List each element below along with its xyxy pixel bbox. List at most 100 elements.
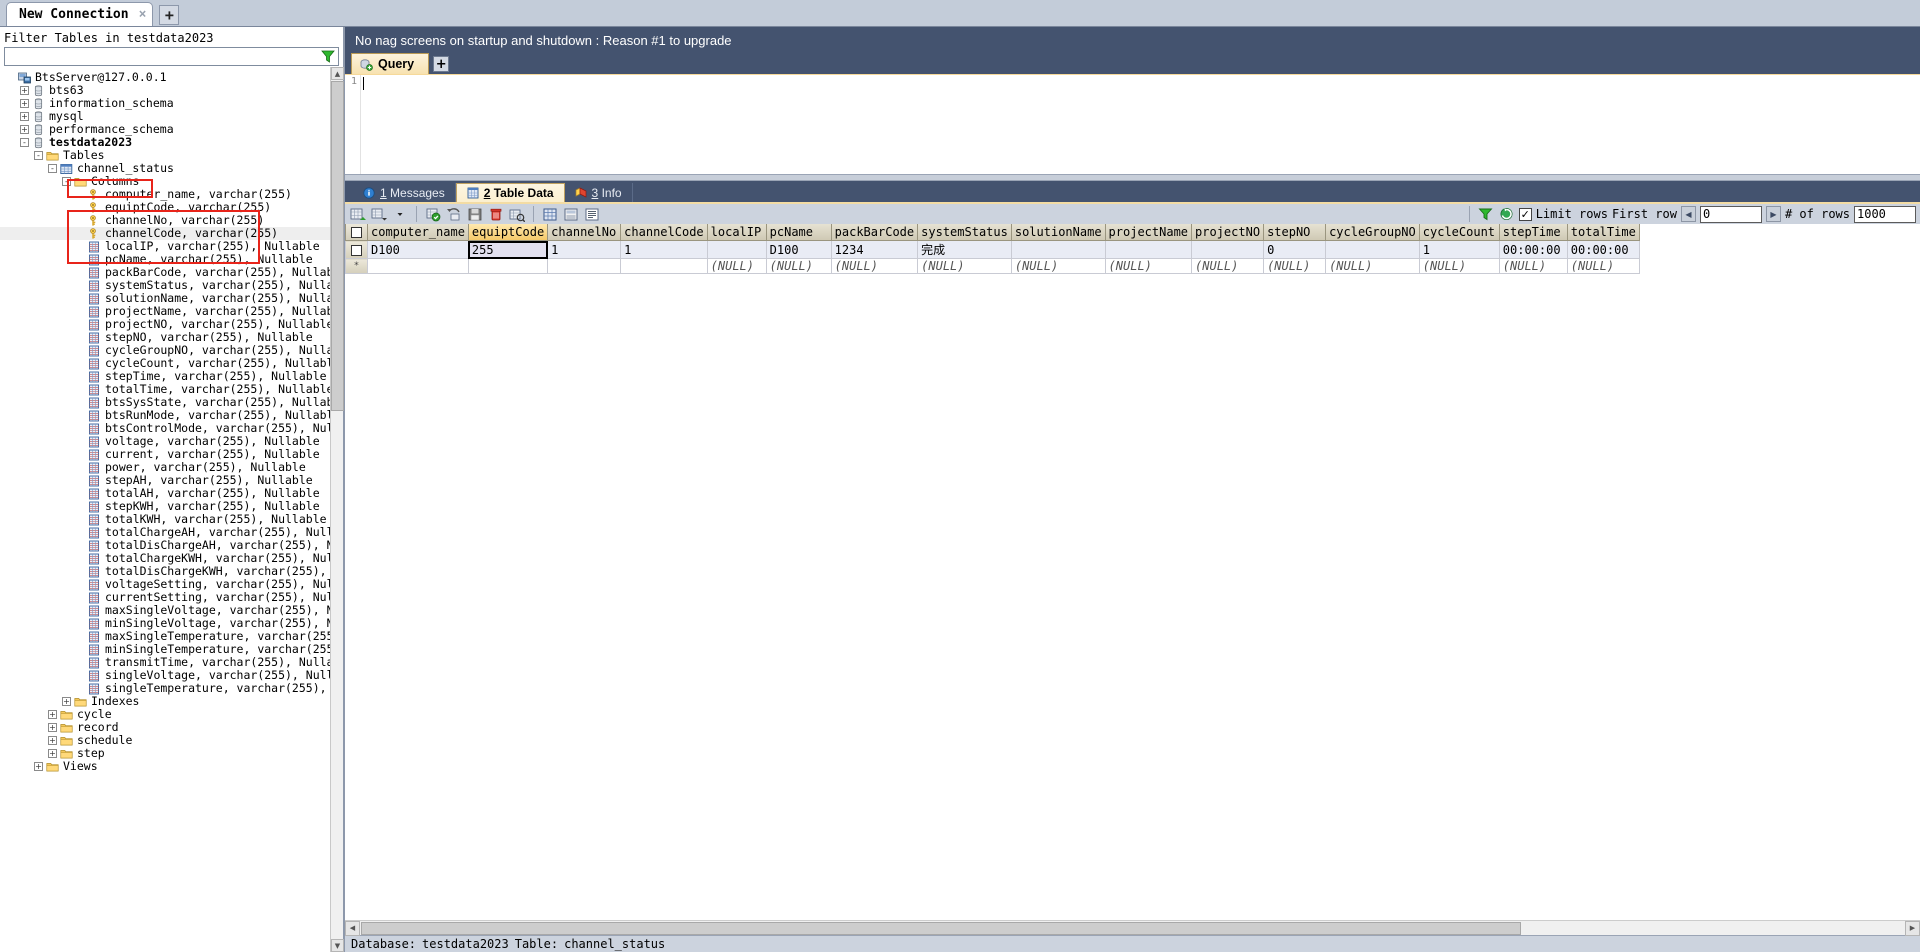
- table-cell[interactable]: [1104, 240, 1193, 259]
- column-header[interactable]: solutionName: [1010, 224, 1106, 241]
- new-tab-button[interactable]: +: [159, 5, 180, 25]
- row-checkbox[interactable]: [351, 244, 362, 256]
- table-cell[interactable]: (NULL): [1418, 258, 1500, 274]
- tab-query[interactable]: Query: [351, 53, 430, 74]
- scroll-up-arrow[interactable]: ▲: [331, 67, 344, 80]
- expand-icon[interactable]: +: [48, 749, 57, 758]
- table-cell[interactable]: [467, 258, 549, 274]
- table-cell[interactable]: 0: [1263, 240, 1327, 259]
- table-cell[interactable]: 1: [547, 240, 622, 259]
- table-cell[interactable]: 00:00:00: [1498, 240, 1568, 259]
- scroll-left-arrow[interactable]: ◀: [345, 920, 360, 936]
- data-grid[interactable]: computer_name equiptCode channelNo channelC…: [345, 224, 1640, 274]
- table-cell[interactable]: 1234: [830, 240, 919, 259]
- column-header[interactable]: cycleGroupNO: [1325, 224, 1420, 241]
- first-row-prev-button[interactable]: ◀: [1680, 206, 1696, 222]
- collapse-icon[interactable]: -: [48, 164, 57, 173]
- table-cell[interactable]: 1: [620, 240, 708, 259]
- expand-icon[interactable]: +: [20, 125, 29, 134]
- funnel-icon[interactable]: [321, 50, 335, 63]
- grid-view-button[interactable]: [541, 205, 559, 223]
- num-rows-input[interactable]: [1854, 205, 1916, 223]
- table-row[interactable]: D100 255 1 1 D100 1234 完成 0 1 00:00:00 00:00:00: [345, 240, 1640, 259]
- expand-icon[interactable]: +: [20, 112, 29, 121]
- table-cell[interactable]: [706, 240, 767, 259]
- table-cell[interactable]: (NULL): [1010, 258, 1106, 274]
- column-header[interactable]: pcName: [765, 224, 832, 241]
- tree-node[interactable]: + cycle: [0, 708, 343, 721]
- duplicate-row-button[interactable]: [370, 205, 388, 223]
- column-header[interactable]: projectName: [1104, 224, 1193, 241]
- scroll-right-arrow[interactable]: ▶: [1905, 920, 1920, 936]
- expand-icon[interactable]: +: [34, 762, 43, 771]
- refresh-icon[interactable]: [1498, 205, 1516, 223]
- expand-icon[interactable]: +: [62, 697, 71, 706]
- table-cell[interactable]: D100: [367, 240, 469, 259]
- table-cell[interactable]: (NULL): [1191, 258, 1265, 274]
- table-cell[interactable]: [367, 258, 469, 274]
- column-header[interactable]: projectNO: [1191, 224, 1265, 241]
- add-query-tab-button[interactable]: +: [433, 56, 450, 72]
- new-row[interactable]: * (NULL) (NULL) (NULL) (NULL) (NULL) (NULL) (NU…: [345, 258, 1640, 274]
- table-cell[interactable]: 完成: [917, 240, 1012, 259]
- form-view-button[interactable]: [562, 205, 580, 223]
- filter-input-wrapper[interactable]: [4, 47, 339, 66]
- hscroll-thumb[interactable]: [361, 922, 1521, 935]
- refresh-grid-button[interactable]: [508, 205, 526, 223]
- cancel-changes-button[interactable]: [445, 205, 463, 223]
- table-cell[interactable]: (NULL): [1104, 258, 1193, 274]
- limit-rows-checkbox[interactable]: ✓: [1518, 207, 1532, 221]
- panel-splitter[interactable]: [345, 174, 1920, 181]
- table-cell[interactable]: 1: [1418, 240, 1500, 259]
- tree-node[interactable]: - channel_status: [0, 162, 343, 175]
- tree-node[interactable]: - testdata2023: [0, 136, 343, 149]
- delete-row-button[interactable]: [487, 205, 505, 223]
- connection-tab[interactable]: New Connection ×: [6, 2, 154, 26]
- filter-tables-input[interactable]: [5, 49, 321, 64]
- grid-horizontal-scrollbar[interactable]: ◀ ▶: [345, 920, 1920, 936]
- column-header[interactable]: cycleCount: [1418, 224, 1500, 241]
- sql-editor[interactable]: 1: [345, 74, 1920, 174]
- table-cell[interactable]: 255: [467, 240, 549, 259]
- collapse-icon[interactable]: -: [34, 151, 43, 160]
- tree-node[interactable]: + Indexes: [0, 695, 343, 708]
- table-cell[interactable]: (NULL): [1566, 258, 1640, 274]
- table-cell[interactable]: (NULL): [830, 258, 919, 274]
- funnel-icon[interactable]: [1477, 205, 1495, 223]
- column-header[interactable]: systemStatus: [917, 224, 1012, 241]
- save-button[interactable]: [466, 205, 484, 223]
- column-header[interactable]: stepTime: [1498, 224, 1568, 241]
- column-header[interactable]: channelNo: [547, 224, 622, 241]
- collapse-icon[interactable]: -: [62, 177, 71, 186]
- table-cell[interactable]: (NULL): [1498, 258, 1568, 274]
- expand-icon[interactable]: +: [20, 99, 29, 108]
- select-all-header[interactable]: [345, 224, 368, 241]
- scroll-thumb[interactable]: [331, 81, 344, 411]
- table-cell[interactable]: (NULL): [706, 258, 767, 274]
- select-all-checkbox[interactable]: [351, 227, 362, 238]
- tab-messages[interactable]: 1 Messages: [353, 183, 456, 202]
- toolbar-dropdown-arrow[interactable]: [391, 205, 409, 223]
- table-cell[interactable]: D100: [765, 240, 832, 259]
- column-header[interactable]: channelCode: [620, 224, 708, 241]
- column-header[interactable]: stepNO: [1263, 224, 1327, 241]
- database-tree[interactable]: BtsServer@127.0.0.1 + bts63 + information_sc…: [0, 69, 343, 952]
- first-row-input[interactable]: [1699, 205, 1762, 223]
- tree-node[interactable]: + step: [0, 747, 343, 760]
- table-cell[interactable]: [620, 258, 708, 274]
- first-row-next-button[interactable]: ▶: [1765, 206, 1781, 222]
- tree-node[interactable]: + Views: [0, 760, 343, 773]
- apply-changes-button[interactable]: [424, 205, 442, 223]
- data-grid-container[interactable]: computer_name equiptCode channelNo channelC…: [345, 224, 1920, 920]
- column-header[interactable]: packBarCode: [830, 224, 919, 241]
- table-cell[interactable]: (NULL): [917, 258, 1012, 274]
- column-header[interactable]: equiptCode: [467, 224, 549, 241]
- text-view-button[interactable]: [583, 205, 601, 223]
- expand-icon[interactable]: +: [20, 86, 29, 95]
- tree-node[interactable]: + schedule: [0, 734, 343, 747]
- table-cell[interactable]: (NULL): [1325, 258, 1420, 274]
- table-cell[interactable]: 00:00:00: [1566, 240, 1640, 259]
- close-icon[interactable]: ×: [139, 7, 147, 22]
- table-cell[interactable]: (NULL): [1263, 258, 1327, 274]
- insert-row-button[interactable]: [349, 205, 367, 223]
